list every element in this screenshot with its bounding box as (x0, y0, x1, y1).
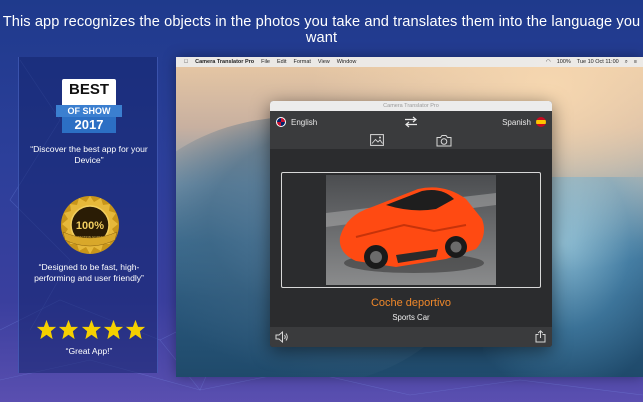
uk-flag-icon[interactable] (276, 117, 286, 127)
badge-ribbon: OF SHOW (56, 105, 122, 117)
spain-flag-icon[interactable] (536, 117, 546, 127)
apple-icon[interactable]:  (184, 59, 188, 65)
menu-window[interactable]: Window (337, 59, 357, 65)
photo-frame[interactable] (281, 172, 541, 288)
swap-arrows-icon[interactable] (404, 116, 418, 128)
language-bar: English Spanish (270, 111, 552, 133)
original-text: Sports Car (392, 313, 430, 322)
battery-text[interactable]: 100% (557, 59, 571, 65)
translation-text: Coche deportivo (370, 297, 452, 309)
satisfaction-seal-icon: 100% SATISFACTION GUARANTEE (61, 196, 119, 254)
star-icon (103, 319, 123, 340)
menu-app-name[interactable]: Camera Translator Pro (195, 59, 254, 65)
target-language-selector[interactable]: Spanish (502, 117, 546, 127)
sports-car-image (326, 175, 496, 285)
speaker-icon[interactable] (275, 331, 288, 343)
app-window: Camera Translator Pro English Spanish Co… (270, 101, 552, 347)
star-icon (36, 319, 57, 340)
quote-fast: “Designed to be fast, high-performing an… (34, 262, 144, 283)
promo-panel: BEST OF SHOW 2017 “Discover the best app… (18, 57, 158, 373)
star-icon (59, 319, 79, 340)
menu-file[interactable]: File (261, 59, 270, 65)
seal-percent: 100% (76, 220, 104, 232)
menu-bar:  Camera Translator Pro File Edit Format… (176, 57, 643, 67)
menu-edit[interactable]: Edit (277, 59, 286, 65)
menu-view[interactable]: View (318, 59, 330, 65)
search-icon[interactable]: ⌕ (625, 59, 628, 66)
clock-text[interactable]: Tue 10 Oct 11:00 (577, 59, 619, 65)
star-icon (125, 319, 146, 340)
wifi-icon[interactable]: ◠ (546, 59, 551, 65)
quote-great-app: “Great App!” (65, 346, 113, 356)
badge-year: 2017 (62, 117, 116, 133)
bottom-toolbar (270, 327, 552, 347)
target-language[interactable]: Spanish (502, 118, 531, 127)
best-of-show-badge: BEST OF SHOW 2017 (56, 79, 122, 135)
headline: This app recognizes the objects in the p… (2, 14, 641, 46)
image-icon[interactable] (370, 134, 384, 146)
menu-list-icon[interactable]: ≡ (634, 59, 637, 65)
star-icon (81, 319, 101, 340)
camera-icon[interactable] (436, 134, 452, 147)
source-language[interactable]: English (291, 118, 317, 127)
captured-photo (326, 175, 496, 285)
five-star-rating (36, 319, 146, 341)
action-icons-row (270, 133, 552, 149)
menu-status-area: ◠ 100% Tue 10 Oct 11:00 ⌕ ≡ (540, 57, 637, 67)
desktop-screenshot:  Camera Translator Pro File Edit Format… (176, 57, 643, 377)
share-icon[interactable] (535, 330, 546, 343)
window-title: Camera Translator Pro (270, 101, 552, 111)
quote-best-app: “Discover the best app for your Device” (30, 144, 148, 165)
menu-format[interactable]: Format (293, 59, 310, 65)
